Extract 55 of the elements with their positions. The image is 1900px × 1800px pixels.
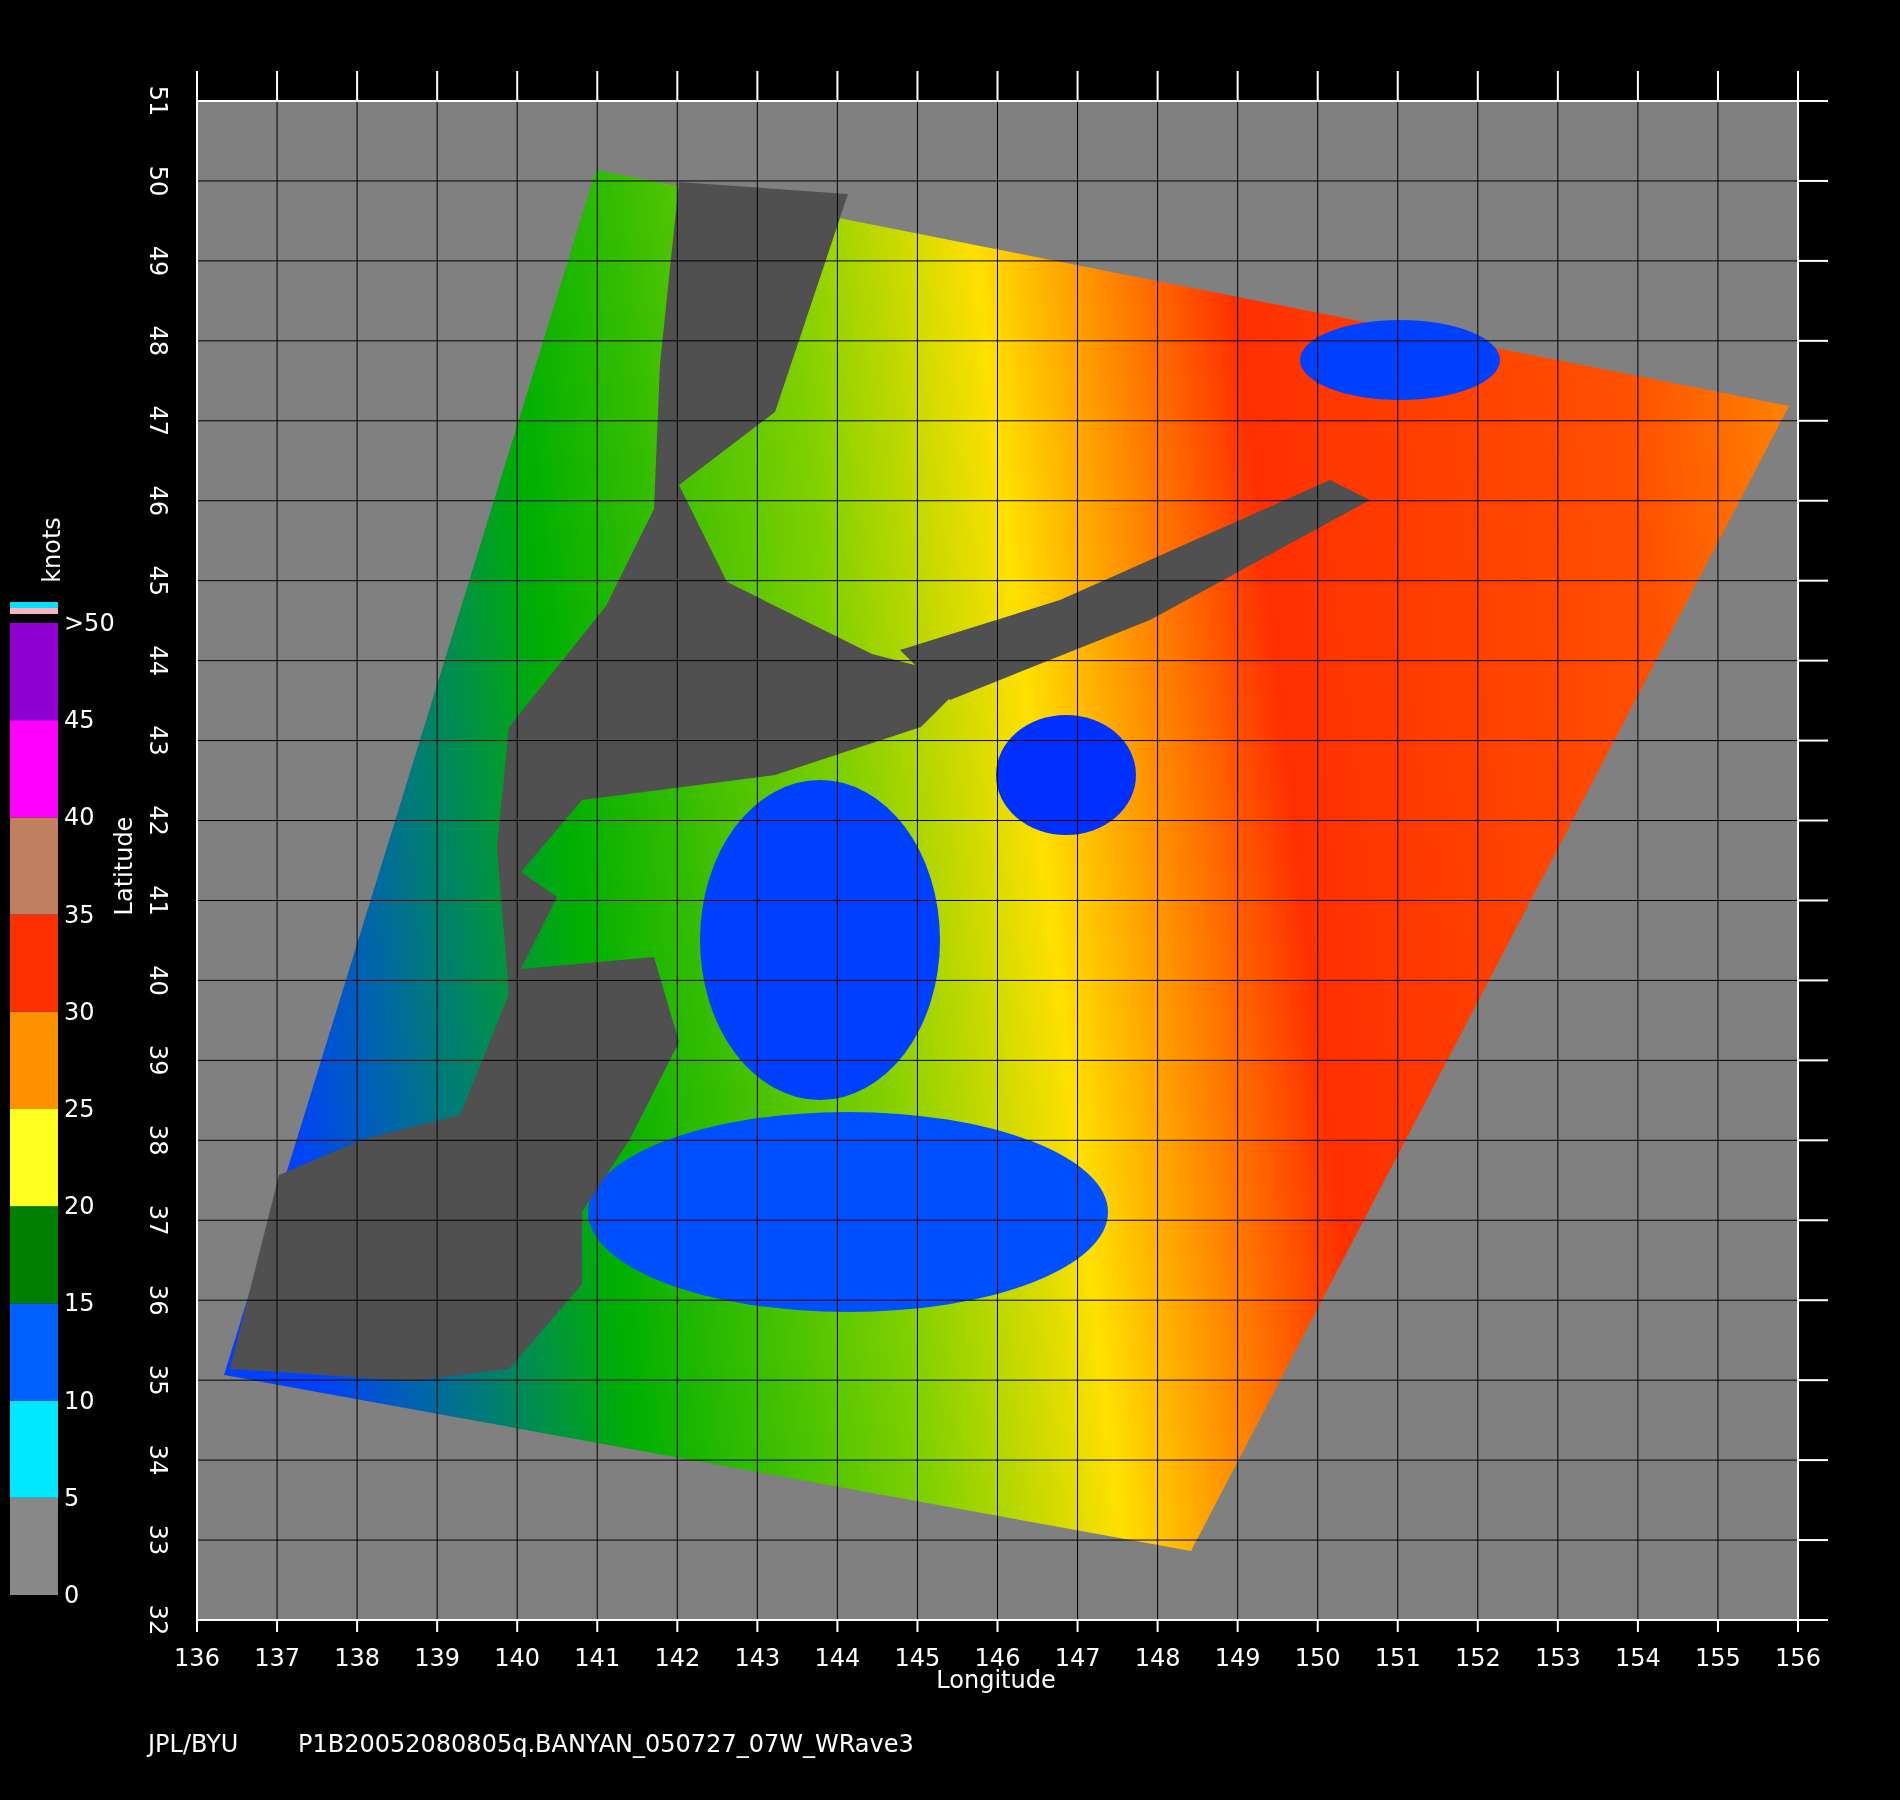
x-tick-label: 138: [334, 1644, 380, 1672]
y-tick-label: 51: [144, 85, 172, 117]
scale-label: 40: [64, 803, 95, 832]
x-tick-label: 155: [1695, 1644, 1741, 1672]
x-tick-label: 147: [1054, 1644, 1101, 1672]
file-name-label: P1B20052080805q.BANYAN_050727_07W_WRave3: [298, 1730, 914, 1758]
x-tick-label: 149: [1214, 1644, 1261, 1672]
x-tick-label: 140: [494, 1644, 541, 1672]
y-tick-label: 33: [144, 1524, 172, 1556]
x-tick-label: 148: [1134, 1644, 1181, 1672]
x-axis-title: Longitude: [936, 1666, 1056, 1694]
y-tick-label: 45: [144, 565, 172, 596]
unit-label: knots: [38, 517, 66, 583]
y-tick-label: 40: [144, 965, 172, 996]
scale-label: 25: [64, 1095, 95, 1123]
y-tick-label: 41: [144, 885, 172, 916]
scale-label: 35: [64, 900, 95, 929]
y-tick-label: 34: [144, 1444, 172, 1476]
y-tick-label: 50: [144, 165, 172, 197]
y-tick-label: 49: [144, 245, 172, 277]
y-tick-label: 44: [144, 645, 172, 676]
scale-label: 30: [64, 997, 95, 1026]
scale-label: >50: [64, 609, 115, 637]
x-tick-label: 139: [414, 1644, 461, 1672]
y-tick-label: 42: [144, 805, 172, 836]
y-tick-label: 35: [144, 1364, 172, 1396]
x-tick-label: 151: [1374, 1644, 1421, 1672]
y-tick-label: 36: [144, 1284, 172, 1316]
x-tick-label: 144: [814, 1644, 861, 1672]
scale-label: 10: [64, 1386, 95, 1415]
scale-label: 20: [64, 1192, 95, 1221]
x-tick-label: 136: [174, 1644, 220, 1672]
y-tick-label: 46: [144, 485, 172, 516]
x-tick-label: 154: [1615, 1644, 1661, 1672]
x-tick-label: 156: [1775, 1644, 1821, 1672]
y-tick-label: 47: [144, 405, 172, 437]
x-tick-label: 152: [1454, 1644, 1501, 1672]
y-tick-label: 32: [144, 1604, 172, 1636]
y-tick-label: 38: [144, 1125, 172, 1156]
x-tick-label: 143: [734, 1644, 781, 1672]
y-tick-label: 48: [144, 325, 172, 357]
scale-label: 45: [64, 706, 95, 735]
x-tick-label: 153: [1534, 1644, 1581, 1672]
scale-label: 5: [64, 1483, 80, 1512]
x-tick-label: 142: [654, 1644, 701, 1672]
x-tick-label: 137: [254, 1644, 300, 1672]
scale-label: 0: [64, 1581, 80, 1609]
y-axis-title: Latitude: [110, 816, 138, 916]
y-tick-label: 43: [144, 725, 172, 756]
x-tick-label: 141: [574, 1644, 621, 1672]
scale-label: 15: [64, 1289, 95, 1318]
source-label: JPL/BYU: [148, 1730, 239, 1758]
y-tick-label: 39: [144, 1045, 172, 1076]
y-tick-label: 37: [144, 1205, 172, 1236]
x-tick-label: 150: [1294, 1644, 1341, 1672]
